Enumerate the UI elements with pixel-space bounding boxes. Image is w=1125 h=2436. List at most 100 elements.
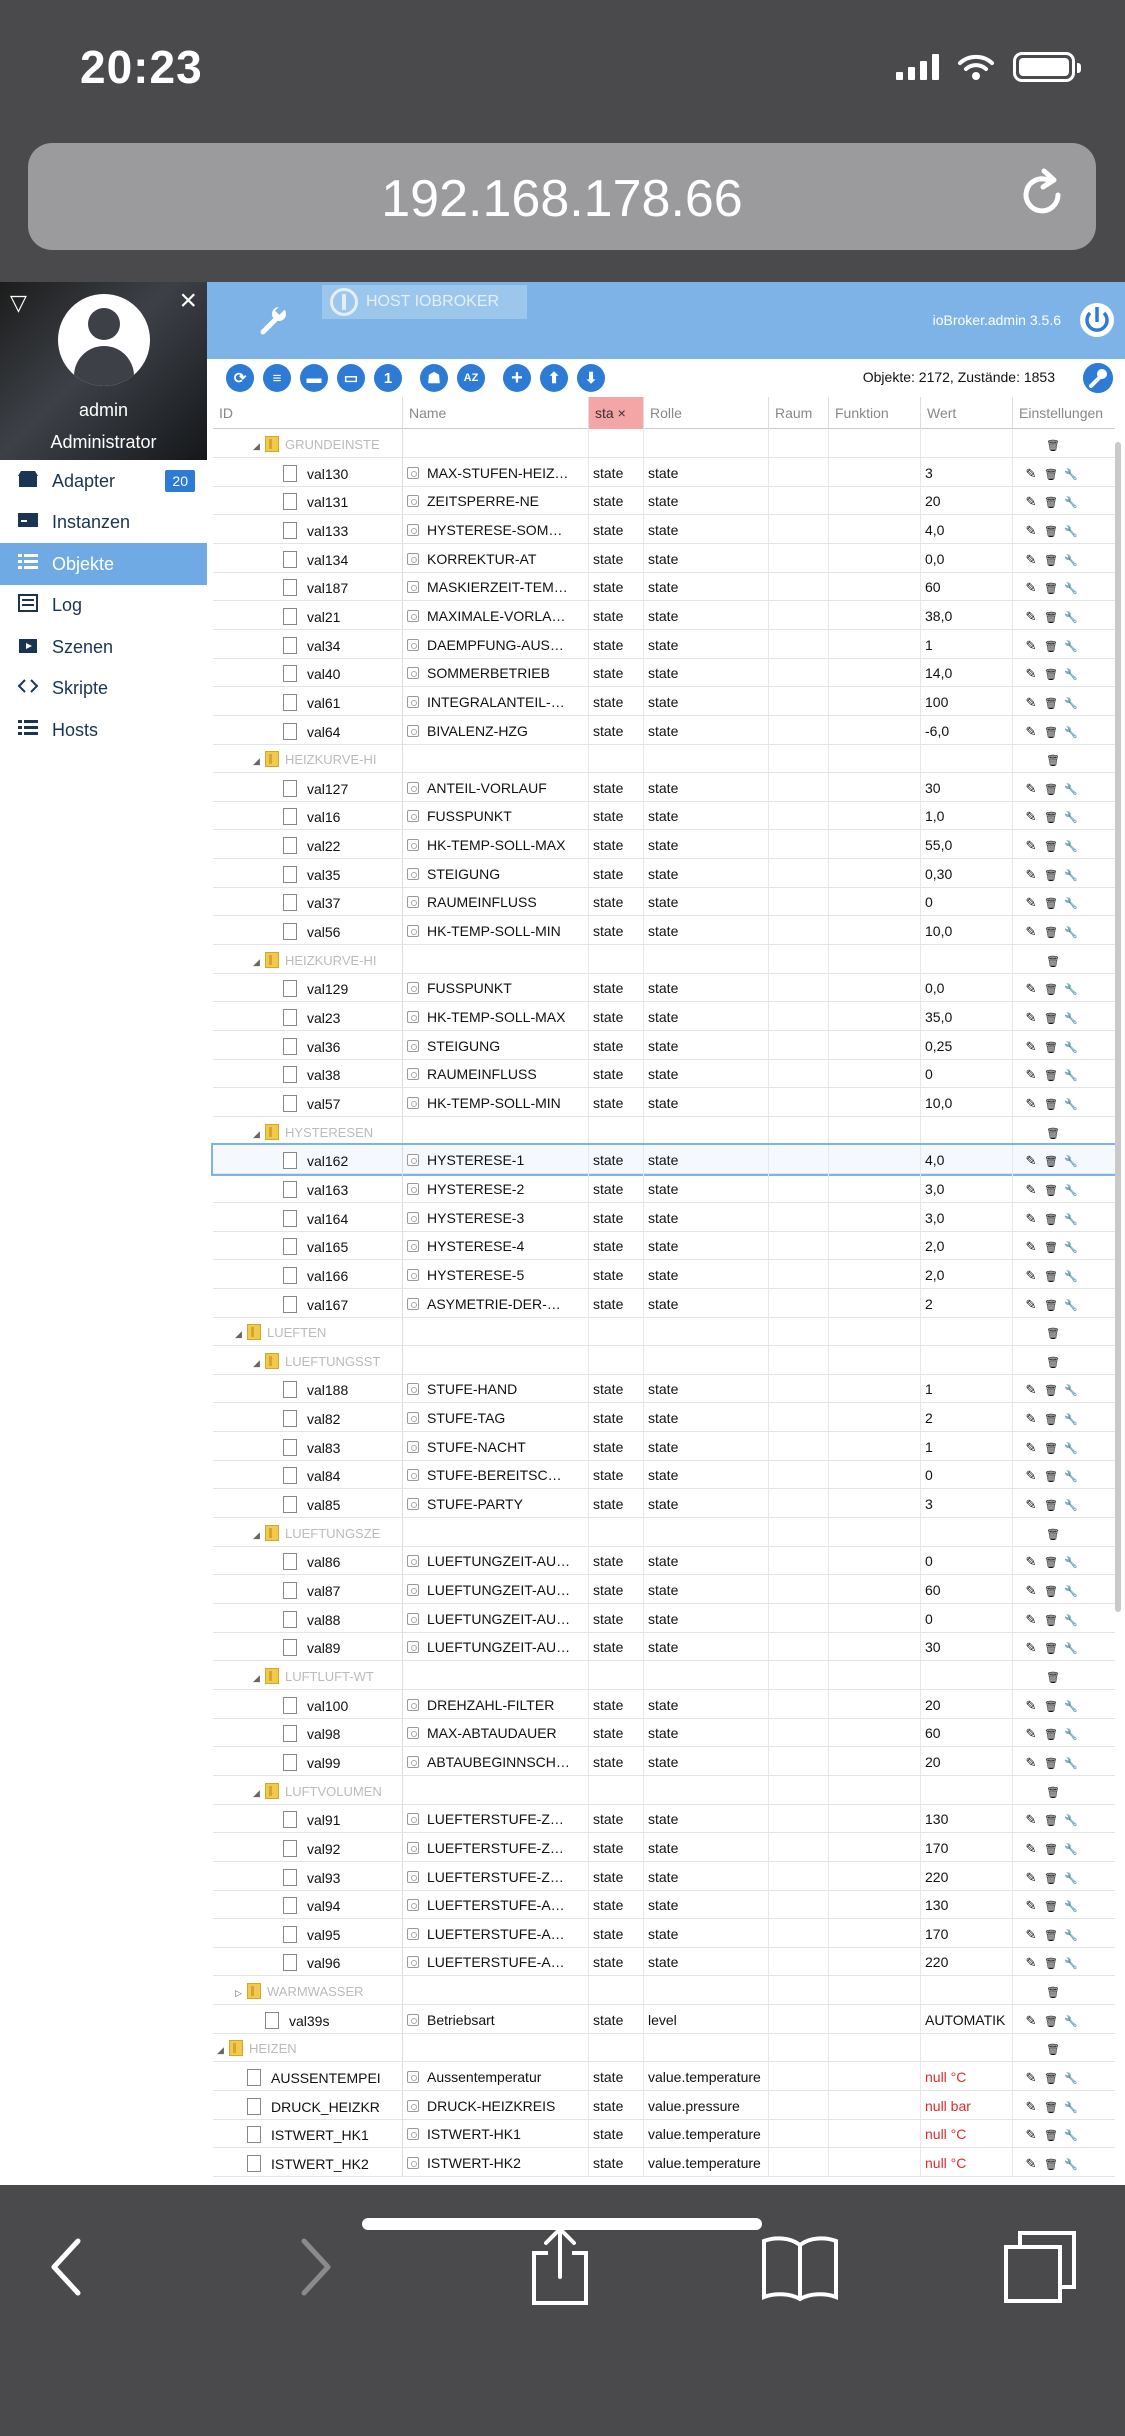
- edit-icon[interactable]: ✎: [1021, 2070, 1041, 2086]
- value-cell[interactable]: 2: [921, 1288, 1013, 1317]
- delete-icon[interactable]: 🗑: [1041, 1413, 1061, 1426]
- folder-row[interactable]: ◢ LUFTVOLUMEN 🗑: [213, 1775, 1115, 1805]
- table-row[interactable]: val167 ASYMETRIE-DER-… state state 2 ✎ 🗑 🔧: [213, 1288, 1115, 1318]
- delete-icon[interactable]: 🗑: [1041, 1041, 1061, 1054]
- folder-row[interactable]: ◢ HYSTERESEN 🗑: [213, 1116, 1115, 1146]
- delete-icon[interactable]: 🗑: [1041, 640, 1061, 653]
- bookmarks-icon[interactable]: [760, 2233, 840, 2303]
- value-cell[interactable]: 30: [921, 772, 1013, 801]
- edit-icon[interactable]: ✎: [1021, 924, 1041, 940]
- table-row[interactable]: val21 MAXIMALE-VORLA… state state 38,0 ✎ 🗑 🔧: [213, 600, 1115, 630]
- value-cell[interactable]: 0: [921, 1546, 1013, 1575]
- upload-icon[interactable]: ⬆: [540, 364, 568, 392]
- sidebar-item-objekte[interactable]: Objekte: [0, 543, 207, 585]
- wrench-icon[interactable]: 🔧: [1061, 2015, 1081, 2028]
- edit-icon[interactable]: ✎: [1021, 1440, 1041, 1456]
- forward-icon[interactable]: [298, 2237, 334, 2297]
- wrench-icon[interactable]: 🔧: [1061, 2158, 1081, 2171]
- folder-row[interactable]: ◢ LUFTLUFT-WT 🗑: [213, 1660, 1115, 1690]
- delete-icon[interactable]: 🗑: [1041, 1155, 1061, 1168]
- wrench-icon[interactable]: 🔧: [1061, 1470, 1081, 1483]
- delete-icon[interactable]: 🗑: [1041, 668, 1061, 681]
- value-cell[interactable]: 3,0: [921, 1202, 1013, 1231]
- sidebar-item-skripte[interactable]: Skripte: [0, 668, 207, 710]
- folder-row[interactable]: ◢ HEIZKURVE-HI 🗑: [213, 744, 1115, 774]
- delete-icon[interactable]: 🗑: [1041, 1098, 1061, 1111]
- edit-icon[interactable]: ✎: [1021, 1640, 1041, 1656]
- sidebar-item-adapter[interactable]: Adapter 20: [0, 460, 207, 502]
- sort-az-icon[interactable]: AZ: [457, 364, 485, 392]
- edit-icon[interactable]: ✎: [1021, 2099, 1041, 2115]
- table-row[interactable]: val56 HK-TEMP-SOLL-MIN state state 10,0 ✎ 🗑 🔧: [213, 916, 1115, 946]
- collapse-arrow-icon[interactable]: ◢: [235, 1329, 247, 1340]
- edit-icon[interactable]: ✎: [1021, 666, 1041, 682]
- edit-icon[interactable]: ✎: [1021, 809, 1041, 825]
- wrench-icon[interactable]: 🔧: [1061, 1642, 1081, 1655]
- table-row[interactable]: DRUCK_HEIZKR DRUCK-HEIZKREIS state value.pr…: [213, 2090, 1115, 2120]
- edit-icon[interactable]: ✎: [1021, 523, 1041, 539]
- wrench-icon[interactable]: 🔧: [1061, 468, 1081, 481]
- delete-icon[interactable]: 🗑: [1041, 697, 1061, 710]
- edit-icon[interactable]: ✎: [1021, 895, 1041, 911]
- folder-row[interactable]: ◢ LUEFTEN 🗑: [213, 1317, 1115, 1347]
- table-row[interactable]: val127 ANTEIL-VORLAUF state state 30 ✎ 🗑 🔧: [213, 772, 1115, 802]
- edit-icon[interactable]: ✎: [1021, 1583, 1041, 1599]
- wrench-icon[interactable]: 🔧: [1061, 1900, 1081, 1913]
- wrench-icon[interactable]: 🔧: [1061, 840, 1081, 853]
- value-cell[interactable]: 3,0: [921, 1173, 1013, 1202]
- wrench-icon[interactable]: 🔧: [1061, 1614, 1081, 1627]
- table-row[interactable]: val36 STEIGUNG state state 0,25 ✎ 🗑 🔧: [213, 1030, 1115, 1060]
- edit-icon[interactable]: ✎: [1021, 494, 1041, 510]
- table-row[interactable]: val86 LUEFTUNGZEIT-AU… state state 0 ✎ 🗑 🔧: [213, 1546, 1115, 1576]
- wrench-icon[interactable]: 🔧: [1061, 811, 1081, 824]
- delete-icon[interactable]: 🗑: [1041, 496, 1061, 509]
- edit-icon[interactable]: ✎: [1021, 2127, 1041, 2143]
- wrench-icon[interactable]: 🔧: [1061, 1012, 1081, 1025]
- delete-icon[interactable]: 🗑: [1041, 869, 1061, 882]
- share-icon[interactable]: [528, 2225, 592, 2307]
- table-row[interactable]: val131 ZEITSPERRE-NE state state 20 ✎ 🗑 🔧: [213, 486, 1115, 516]
- wrench-icon[interactable]: 🔧: [1061, 2101, 1081, 2114]
- edit-icon[interactable]: ✎: [1021, 2013, 1041, 2029]
- value-cell[interactable]: 2: [921, 1403, 1013, 1432]
- folder-row[interactable]: ◢ LUEFTUNGSST 🗑: [213, 1345, 1115, 1375]
- collapse-arrow-icon[interactable]: ◢: [253, 441, 265, 452]
- table-row[interactable]: val34 DAEMPFUNG-AUS… state state 1 ✎ 🗑 🔧: [213, 629, 1115, 659]
- delete-icon[interactable]: 🗑: [1041, 2101, 1061, 2114]
- delete-icon[interactable]: 🗑: [1041, 811, 1061, 824]
- url-text[interactable]: 192.168.178.66: [28, 169, 1096, 229]
- edit-icon[interactable]: ✎: [1021, 695, 1041, 711]
- wrench-icon[interactable]: 🔧: [1061, 1957, 1081, 1970]
- expand-arrow-icon[interactable]: ▷: [235, 1988, 247, 1999]
- edit-icon[interactable]: ✎: [1021, 1096, 1041, 1112]
- edit-icon[interactable]: ✎: [1021, 1870, 1041, 1886]
- collapse-arrow-icon[interactable]: ◢: [253, 1530, 265, 1541]
- table-row[interactable]: val84 STUFE-BEREITSC… state state 0 ✎ 🗑 🔧: [213, 1460, 1115, 1490]
- wrench-icon[interactable]: 🔧: [1061, 640, 1081, 653]
- folder-row[interactable]: ◢ LUEFTUNGSZE 🗑: [213, 1517, 1115, 1547]
- value-cell[interactable]: 0,0: [921, 973, 1013, 1002]
- delete-icon[interactable]: 🗑: [1041, 582, 1061, 595]
- value-cell[interactable]: 4,0: [921, 1145, 1013, 1174]
- download-icon[interactable]: ⬇: [577, 364, 605, 392]
- sidebar-item-log[interactable]: Log: [0, 585, 207, 627]
- value-cell[interactable]: 220: [921, 1947, 1013, 1976]
- wrench-icon[interactable]: 🔧: [1061, 1814, 1081, 1827]
- value-cell[interactable]: 1,0: [921, 801, 1013, 830]
- table-row[interactable]: val40 SOMMERBETRIEB state state 14,0 ✎ 🗑 🔧: [213, 658, 1115, 688]
- edit-icon[interactable]: ✎: [1021, 1898, 1041, 1914]
- wrench-icon[interactable]: 🔧: [1061, 869, 1081, 882]
- delete-icon[interactable]: 🗑: [1041, 1299, 1061, 1312]
- edit-icon[interactable]: ✎: [1021, 1468, 1041, 1484]
- wrench-icon[interactable]: 🔧: [1061, 1843, 1081, 1856]
- value-cell[interactable]: 0,25: [921, 1030, 1013, 1059]
- wrench-icon[interactable]: 🔧: [1061, 1069, 1081, 1082]
- edit-icon[interactable]: ✎: [1021, 1297, 1041, 1313]
- edit-icon[interactable]: ✎: [1021, 781, 1041, 797]
- value-cell[interactable]: 220: [921, 1861, 1013, 1890]
- delete-icon[interactable]: 🗑: [1041, 783, 1061, 796]
- edit-icon[interactable]: ✎: [1021, 981, 1041, 997]
- edit-icon[interactable]: ✎: [1021, 1554, 1041, 1570]
- value-cell[interactable]: 3: [921, 457, 1013, 486]
- expand-folders-icon[interactable]: ▬: [300, 364, 328, 392]
